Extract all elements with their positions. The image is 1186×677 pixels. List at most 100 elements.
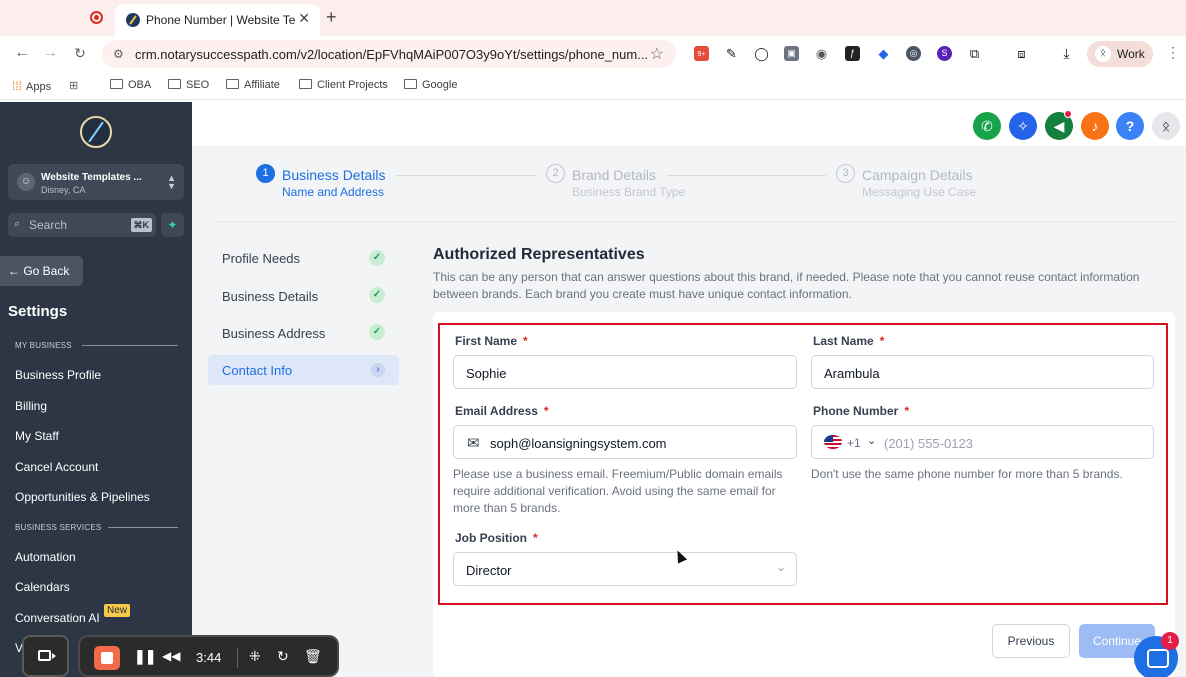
bookmark-folder-oba[interactable]: OBA xyxy=(110,79,151,91)
new-tab-button[interactable]: + xyxy=(326,7,337,28)
bookmark-folder-google[interactable]: Google xyxy=(404,79,457,91)
app-logo[interactable] xyxy=(80,116,112,148)
recorder-camera-button[interactable] xyxy=(22,635,69,677)
location-switcher[interactable]: ☺ Website Templates ... Disney, CA ▲ ▼ xyxy=(8,164,184,200)
bookmark-folder-client-projects[interactable]: Client Projects xyxy=(299,79,388,91)
location-icon: ☺ xyxy=(17,173,35,191)
email-input[interactable]: ✉ soph@loansigningsystem.com xyxy=(453,425,797,459)
settings-title: Settings xyxy=(8,303,68,320)
rewind-icon[interactable]: ◀◀ xyxy=(162,649,180,663)
browser-menu-icon[interactable]: ⋮ xyxy=(1166,44,1180,61)
step-2-number: 2 xyxy=(546,164,565,183)
step-1-title[interactable]: Business Details xyxy=(282,167,386,183)
sidebar-item-opportunities[interactable]: Opportunities & Pipelines xyxy=(15,490,150,504)
vpn-extension-icon[interactable]: ◎ xyxy=(906,46,921,61)
sidebar: ☺ Website Templates ... Disney, CA ▲ ▼ ⌕ … xyxy=(0,102,192,677)
browser-tab[interactable]: Phone Number | Website Tem ✕ xyxy=(115,4,320,36)
trash-icon[interactable]: 🗑 xyxy=(304,648,322,665)
puzzle-extensions-icon[interactable]: ⧉ xyxy=(967,46,982,61)
chevron-right-icon: › xyxy=(371,363,385,377)
s-extension-icon[interactable]: S xyxy=(937,46,952,61)
step-connector xyxy=(396,175,536,176)
sidebar-search[interactable]: ⌕ Search ⌘K xyxy=(8,213,156,237)
bookmark-star-icon[interactable]: ☆ xyxy=(650,44,664,64)
phone-placeholder: (201) 555-0123 xyxy=(884,436,973,451)
phone-help-text: Don't use the same phone number for more… xyxy=(811,467,1123,481)
reload-icon[interactable]: ↻ xyxy=(70,45,90,62)
go-back-button[interactable]: ← Go Back xyxy=(0,256,83,286)
phone-input[interactable]: +1 ⌄ (201) 555-0123 xyxy=(811,425,1154,459)
address-bar[interactable]: ⚙ crm.notarysuccesspath.com/v2/location/… xyxy=(102,40,676,68)
nav-business-details[interactable]: Business Details xyxy=(222,289,318,304)
profile-label: Work xyxy=(1117,47,1145,61)
recorder-toolbar: ❚❚ ◀◀ 3:44 ⁜ ↻ 🗑 xyxy=(78,635,339,677)
bookmark-folder-seo[interactable]: SEO xyxy=(168,79,209,91)
sidebar-item-automation[interactable]: Automation xyxy=(15,550,76,564)
section-title: Authorized Representatives xyxy=(433,246,645,263)
back-arrow-icon[interactable]: ← xyxy=(12,44,32,62)
tab-close-icon[interactable]: ✕ xyxy=(298,10,310,27)
location-city: Disney, CA xyxy=(41,185,86,195)
country-code[interactable]: +1 xyxy=(847,436,861,450)
step-1-subtitle: Name and Address xyxy=(282,185,385,199)
tab-groups-icon[interactable]: ⊞ xyxy=(69,79,78,92)
download-icon[interactable]: ⤓ xyxy=(1059,46,1074,61)
tag-extension-icon[interactable]: ◆ xyxy=(876,46,891,61)
us-flag-icon[interactable] xyxy=(824,435,842,449)
pause-icon[interactable]: ❚❚ xyxy=(134,648,156,665)
sidebar-item-business-profile[interactable]: Business Profile xyxy=(15,368,101,382)
restart-icon[interactable]: ↻ xyxy=(277,648,289,665)
sidebar-item-cancel-account[interactable]: Cancel Account xyxy=(15,460,98,474)
notification-dot xyxy=(1064,110,1072,118)
bookmarks-bar: ⁞⁞⁞ Apps ⊞ OBA SEO Affiliate Client Proje… xyxy=(0,72,1186,100)
search-icon: ⌕ xyxy=(14,218,21,230)
script-extension-icon[interactable]: ƒ xyxy=(845,46,860,61)
section-divider xyxy=(108,527,178,528)
url-text[interactable]: crm.notarysuccesspath.com/v2/location/Ep… xyxy=(135,47,648,62)
bell-icon[interactable]: ♪ xyxy=(1081,112,1109,140)
browser-toolbar: ← → ↻ ⚙ crm.notarysuccesspath.com/v2/loc… xyxy=(0,36,1186,72)
tab-search-icon[interactable]: ⧈ xyxy=(1014,46,1029,61)
bookmark-folder-affiliate[interactable]: Affiliate xyxy=(226,79,280,91)
camera-extension-icon[interactable]: ◉ xyxy=(814,46,829,61)
quick-action-bolt-icon[interactable]: ✦ xyxy=(161,213,184,237)
section-description: This can be any person that can answer q… xyxy=(433,270,1140,301)
stepper-divider xyxy=(214,221,1176,222)
site-info-icon[interactable]: ⚙ xyxy=(113,47,124,61)
nav-profile-needs[interactable]: Profile Needs xyxy=(222,251,300,266)
profile-button[interactable]: ᛟ Work xyxy=(1087,41,1153,67)
profile-avatar-icon: ᛟ xyxy=(1095,46,1111,62)
chevron-down-icon: ⌄ xyxy=(775,560,786,574)
forward-arrow-icon[interactable]: → xyxy=(40,44,60,62)
chat-unread-badge: 1 xyxy=(1161,632,1179,650)
sidebar-item-my-staff[interactable]: My Staff xyxy=(15,429,59,443)
previous-button[interactable]: Previous xyxy=(992,624,1070,658)
nav-contact-info[interactable]: Contact Info › xyxy=(208,355,399,385)
check-icon: ✓ xyxy=(369,324,385,340)
nav-business-address[interactable]: Business Address xyxy=(222,326,325,341)
folder-icon xyxy=(226,79,239,89)
job-position-select[interactable]: Director ⌄ xyxy=(453,552,797,586)
step-3-subtitle: Messaging Use Case xyxy=(862,185,977,199)
phone-call-icon[interactable]: ✆ xyxy=(973,112,1001,140)
circle-extension-icon[interactable]: ◯ xyxy=(754,46,769,61)
phone-label: Phone Number * xyxy=(813,404,910,418)
chevron-down-icon[interactable]: ⌄ xyxy=(867,434,876,447)
sidebar-item-billing[interactable]: Billing xyxy=(15,399,47,413)
first-name-label: First Name * xyxy=(455,334,528,348)
first-name-input[interactable]: Sophie xyxy=(453,355,797,389)
image-extension-icon[interactable]: ▣ xyxy=(784,46,799,61)
user-avatar[interactable]: ᛟ xyxy=(1152,112,1180,140)
magic-wand-icon[interactable]: ✧ xyxy=(1009,112,1037,140)
bookmark-apps[interactable]: ⁞⁞⁞ Apps xyxy=(12,79,51,93)
last-name-input[interactable]: Arambula xyxy=(811,355,1154,389)
last-name-label: Last Name * xyxy=(813,334,885,348)
grid-icon[interactable]: ⁜ xyxy=(249,648,261,665)
help-icon[interactable]: ? xyxy=(1116,112,1144,140)
eyedropper-icon[interactable]: ✎ xyxy=(724,46,739,61)
sidebar-item-conversation-ai[interactable]: Conversation AI xyxy=(15,611,100,625)
check-icon: ✓ xyxy=(369,250,385,266)
sidebar-item-calendars[interactable]: Calendars xyxy=(15,580,70,594)
stop-recording-button[interactable] xyxy=(94,646,120,670)
extension-badge-icon[interactable]: 9+ xyxy=(694,46,709,61)
